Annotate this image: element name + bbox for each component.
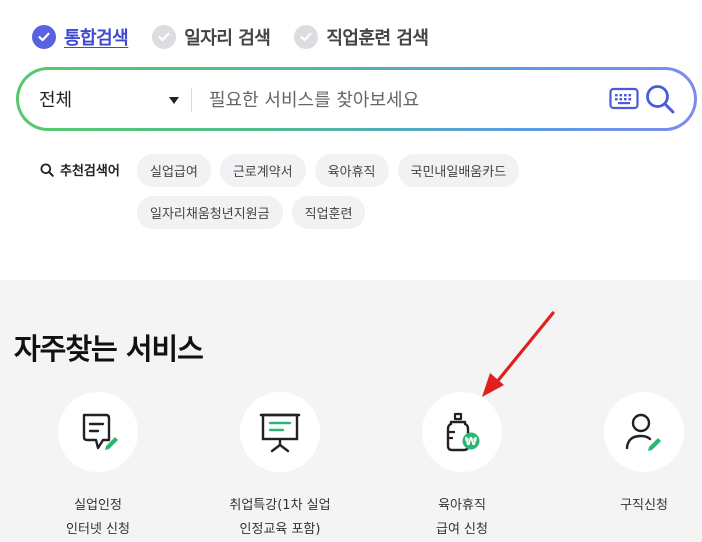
baby-bottle-won-icon: ₩: [446, 412, 480, 452]
tab-training-search[interactable]: 직업훈련 검색: [294, 24, 429, 50]
recommended-label-text: 추천검색어: [60, 164, 120, 179]
service-label: 구직신청: [620, 498, 668, 513]
keyword-chip[interactable]: 일자리채움청년지원금: [137, 196, 283, 229]
recommended-label: 추천검색어: [40, 160, 120, 179]
tab-label: 직업훈련 검색: [326, 28, 429, 49]
tab-integrated-search[interactable]: 통합검색: [32, 24, 129, 50]
service-label: 실업인정 인터넷 신청: [66, 498, 130, 537]
search-scope-value: 전체: [39, 90, 73, 111]
service-icon-circle: [58, 392, 138, 472]
search-box-inner: 전체: [19, 70, 694, 128]
service-parental-leave-benefit[interactable]: ₩ 육아휴직 급여 신청: [387, 392, 537, 542]
search-icon[interactable]: [644, 83, 676, 115]
keyword-chip[interactable]: 육아휴직: [314, 154, 389, 187]
keyword-chip[interactable]: 국민내일배움카드: [397, 154, 520, 187]
keyword-chip[interactable]: 직업훈련: [291, 196, 366, 229]
service-employment-lecture[interactable]: 취업특강(1차 실업 인정교육 포함): [205, 392, 355, 542]
caret-down-icon: [169, 97, 179, 104]
service-icon-circle: ₩: [422, 392, 502, 472]
tab-label: 통합검색: [64, 28, 129, 49]
search-type-tabs: 통합검색 일자리 검색 직업훈련 검색: [32, 24, 452, 50]
service-label: 취업특강(1차 실업 인정교육 포함): [229, 498, 331, 537]
tab-label: 일자리 검색: [184, 28, 271, 49]
search-input[interactable]: [209, 80, 599, 120]
tab-job-search[interactable]: 일자리 검색: [152, 24, 271, 50]
keyboard-icon[interactable]: [609, 87, 639, 111]
check-icon: [294, 25, 319, 49]
search-icon: [40, 163, 54, 177]
presentation-board-icon: [259, 413, 301, 453]
search-scope-select[interactable]: 전체: [39, 70, 179, 128]
person-edit-icon: [625, 413, 661, 451]
service-label: 육아휴직 급여 신청: [436, 498, 488, 537]
service-job-application[interactable]: 구직신청: [569, 392, 702, 518]
svg-text:₩: ₩: [465, 435, 477, 448]
frequent-services-section: 자주찾는 서비스 실업인정 인터넷 신청 취업특강(1차 실업 인정교육 포함)…: [0, 280, 702, 542]
search-box: 전체: [16, 67, 697, 131]
recommended-keywords: 실업급여 근로계약서 육아휴직 국민내일배움카드 일자리채움청년지원금 직업훈련: [137, 154, 677, 238]
keyword-chip[interactable]: 실업급여: [137, 154, 211, 187]
service-icon-circle: [604, 392, 684, 472]
section-title: 자주찾는 서비스: [14, 332, 204, 366]
check-icon: [32, 25, 56, 49]
divider: [191, 88, 192, 112]
check-icon: [152, 25, 177, 49]
service-icon-circle: [240, 392, 320, 472]
service-unemployment-recognition[interactable]: 실업인정 인터넷 신청: [23, 392, 173, 542]
document-edit-icon: [82, 413, 118, 450]
keyword-chip[interactable]: 근로계약서: [219, 154, 306, 187]
